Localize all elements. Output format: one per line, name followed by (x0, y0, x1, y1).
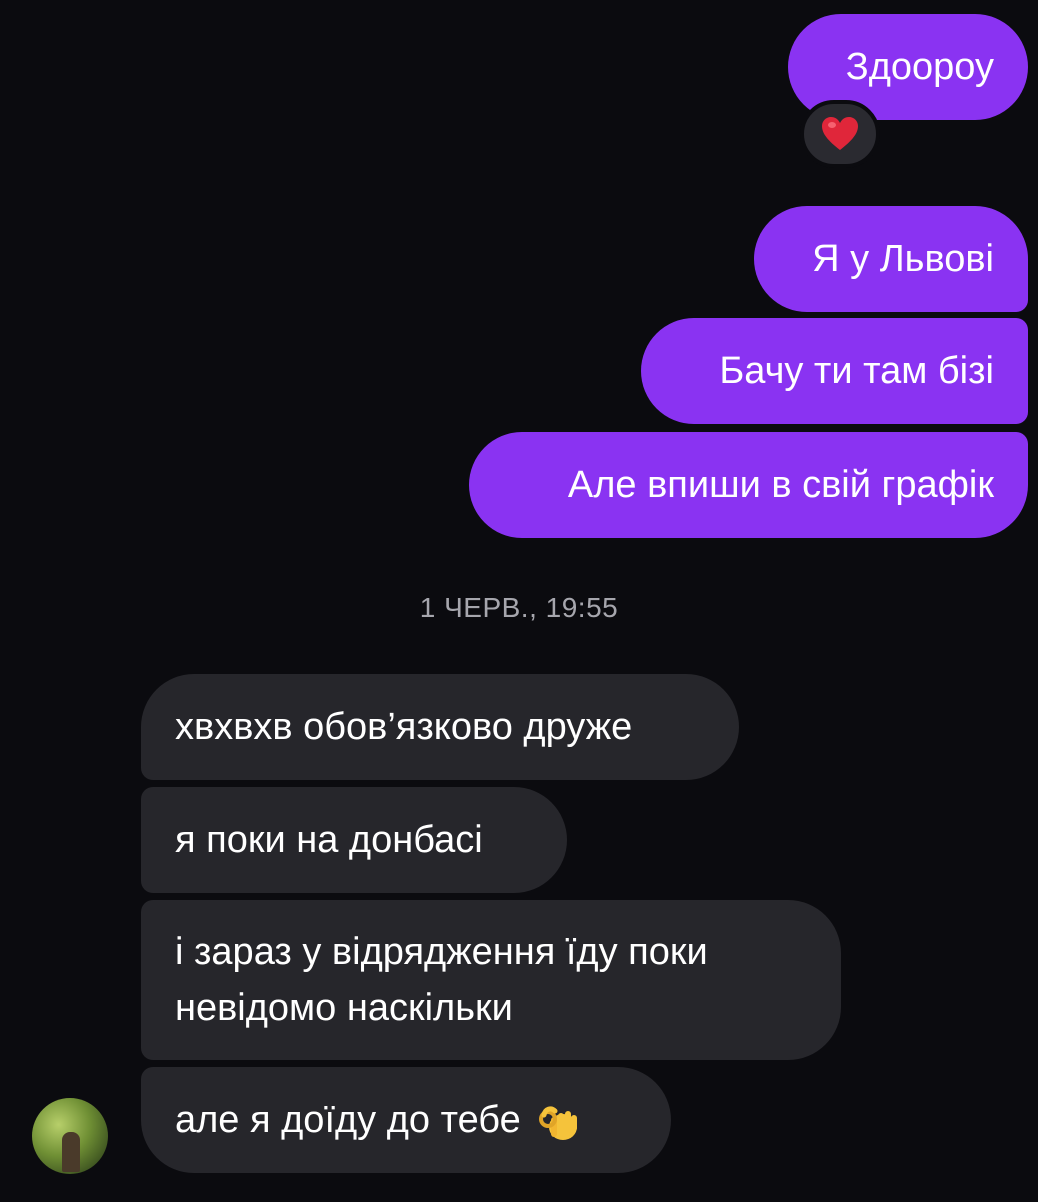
red-heart-icon (822, 117, 858, 150)
outgoing-message-3[interactable]: Бачу ти там бізі (641, 318, 1028, 424)
incoming-message-text: я поки на донбасі (175, 819, 483, 861)
ok-hand-icon (538, 1106, 577, 1140)
incoming-message-4[interactable]: але я доїду до тебе (141, 1067, 671, 1173)
outgoing-message-text: Бачу ти там бізі (719, 350, 994, 392)
incoming-message-text: хвхвхв обов’язково друже (175, 706, 633, 748)
incoming-message-text: але я доїду до тебе (175, 1099, 521, 1141)
avatar-photo (62, 1132, 80, 1172)
incoming-message-3[interactable]: і зараз у відрядження їду поки невідомо … (141, 900, 841, 1060)
message-reaction[interactable] (800, 100, 880, 168)
outgoing-message-4[interactable]: Але впиши в свій графік (469, 432, 1028, 538)
message-timestamp: 1 ЧЕРВ., 19:55 (419, 592, 619, 623)
contact-avatar[interactable] (32, 1098, 108, 1174)
outgoing-message-text: Але впиши в свій графік (567, 464, 994, 506)
outgoing-message-2[interactable]: Я у Львові (754, 206, 1028, 312)
incoming-message-2[interactable]: я поки на донбасі (141, 787, 567, 893)
incoming-message-text: і зараз у відрядження їду поки невідомо … (175, 931, 708, 1029)
outgoing-message-text: Я у Львові (812, 238, 994, 280)
incoming-message-1[interactable]: хвхвхв обов’язково друже (141, 674, 739, 780)
outgoing-message-text: Здоороу (845, 46, 994, 88)
